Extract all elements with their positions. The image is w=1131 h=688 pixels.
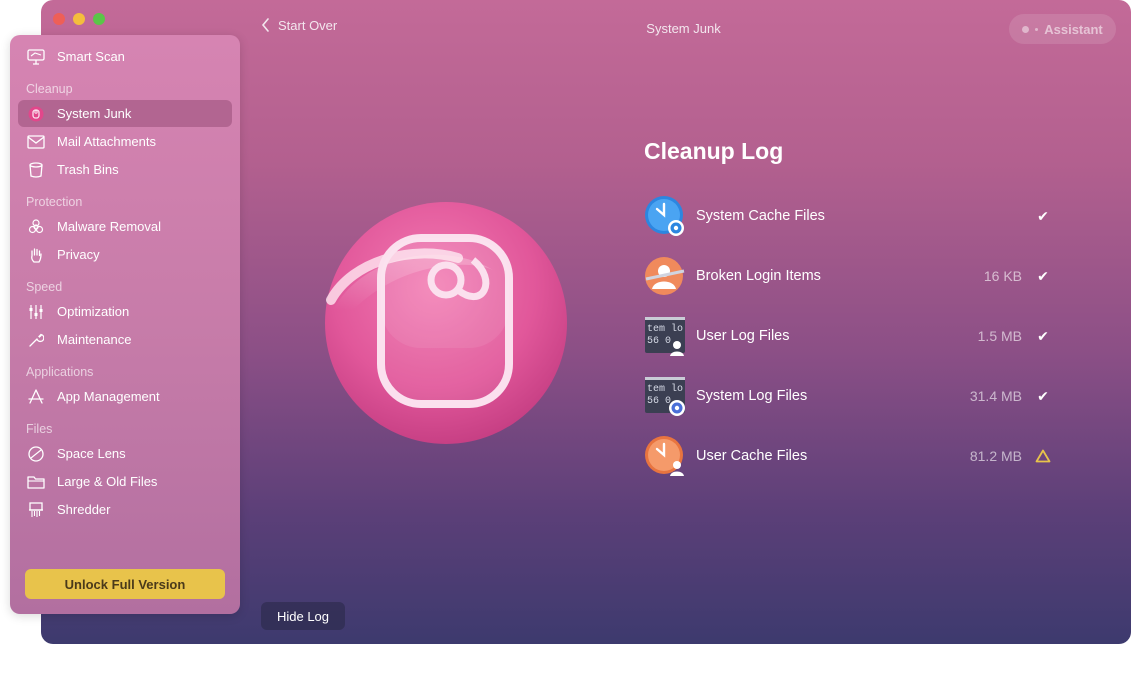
sidebar-item-smart-scan[interactable]: Smart Scan: [18, 43, 232, 70]
log-item-size: 1.5 MB: [977, 328, 1022, 344]
sidebar-item-label: Trash Bins: [57, 162, 119, 177]
log-item-size: 31.4 MB: [969, 388, 1022, 404]
sidebar-item-label: Smart Scan: [57, 49, 125, 64]
sidebar-item-maintenance[interactable]: Maintenance: [18, 326, 232, 353]
sidebar-item-optimization[interactable]: Optimization: [18, 298, 232, 325]
assistant-button[interactable]: Assistant: [1009, 14, 1116, 44]
system-junk-large-icon: [325, 202, 567, 444]
sidebar-item-space-lens[interactable]: Space Lens: [18, 440, 232, 467]
broken-login-icon: [644, 255, 686, 297]
sidebar-item-label: Shredder: [57, 502, 111, 517]
cleanup-log-title: Cleanup Log: [644, 138, 784, 164]
sidebar-item-label: App Management: [57, 389, 160, 404]
sidebar-section-protection: Protection: [26, 195, 83, 209]
separator-dot-icon: [1035, 27, 1039, 31]
sidebar-item-system-junk[interactable]: System Junk: [18, 100, 232, 127]
system-junk-icon: [26, 104, 46, 124]
trash-bin-icon: [26, 160, 46, 180]
sidebar-item-trash-bins[interactable]: Trash Bins: [18, 156, 232, 183]
window-title: System Junk: [646, 21, 721, 36]
sidebar-item-shredder[interactable]: Shredder: [18, 496, 232, 523]
sidebar-item-label: Large & Old Files: [57, 474, 158, 489]
wrench-icon: [26, 330, 46, 350]
apps-icon: [26, 387, 46, 407]
log-icon-text-2: 56 0: [647, 336, 671, 347]
clock-gear-icon: [644, 195, 686, 237]
log-item-name: Broken Login Items: [696, 268, 821, 284]
log-gear-icon: tem lo 56 0: [644, 375, 686, 417]
monitor-icon: [26, 47, 46, 67]
envelope-icon: [26, 132, 46, 152]
shredder-icon: [26, 500, 46, 520]
sidebar-section-applications: Applications: [26, 365, 94, 379]
sidebar-section-files: Files: [26, 422, 53, 436]
log-icon-text-2: 56 0: [647, 396, 671, 407]
sidebar-item-mail-attachments[interactable]: Mail Attachments: [18, 128, 232, 155]
sidebar-item-label: Optimization: [57, 304, 130, 319]
sidebar-item-large-old-files[interactable]: Large & Old Files: [18, 468, 232, 495]
warning-icon: [1034, 449, 1052, 463]
clock-user-icon: [644, 435, 686, 477]
checkmark-icon: ✔: [1037, 267, 1049, 284]
log-row: tem lo 56 0 User Log Files 1.5 MB ✔: [644, 314, 1052, 358]
log-item-size: 81.2 MB: [969, 448, 1022, 464]
sidebar-item-app-management[interactable]: App Management: [18, 383, 232, 410]
sidebar-section-speed: Speed: [26, 280, 63, 294]
sidebar: Smart Scan Cleanup System Junk Mail Atta…: [10, 35, 240, 614]
checkmark-icon: ✔: [1037, 327, 1049, 344]
assistant-label: Assistant: [1044, 21, 1103, 37]
log-icon-text-1: tem lo: [647, 323, 683, 335]
sidebar-section-cleanup: Cleanup: [26, 82, 73, 96]
log-item-name: System Log Files: [696, 388, 808, 404]
hide-log-button[interactable]: Hide Log: [261, 602, 345, 630]
sliders-icon: [26, 302, 46, 322]
hand-icon: [26, 245, 46, 265]
unlock-full-version-button[interactable]: Unlock Full Version: [25, 569, 225, 599]
log-row: User Cache Files 81.2 MB: [644, 434, 1052, 478]
assistant-status-icon: [1022, 25, 1030, 33]
sidebar-item-label: Space Lens: [57, 446, 126, 461]
sidebar-item-label: Privacy: [57, 247, 100, 262]
biohazard-icon: [26, 217, 46, 237]
lens-icon: [26, 444, 46, 464]
log-user-icon: tem lo 56 0: [644, 315, 686, 357]
log-row: tem lo 56 0 System Log Files 31.4 MB ✔: [644, 374, 1052, 418]
log-item-size: 16 KB: [983, 268, 1022, 284]
sidebar-item-label: Maintenance: [57, 332, 132, 347]
log-icon-text-1: tem lo: [647, 383, 683, 395]
sidebar-item-privacy[interactable]: Privacy: [18, 241, 232, 268]
log-item-name: System Cache Files: [696, 208, 825, 224]
checkmark-icon: ✔: [1037, 387, 1049, 404]
sidebar-item-label: System Junk: [57, 106, 132, 121]
folder-icon: [26, 472, 46, 492]
log-item-name: User Log Files: [696, 328, 790, 344]
sidebar-item-label: Mail Attachments: [57, 134, 156, 149]
log-row: System Cache Files ✔: [644, 194, 1052, 238]
sidebar-item-label: Malware Removal: [57, 219, 162, 234]
log-row: Broken Login Items 16 KB ✔: [644, 254, 1052, 298]
sidebar-item-malware-removal[interactable]: Malware Removal: [18, 213, 232, 240]
checkmark-icon: ✔: [1037, 207, 1049, 224]
log-item-name: User Cache Files: [696, 448, 808, 464]
